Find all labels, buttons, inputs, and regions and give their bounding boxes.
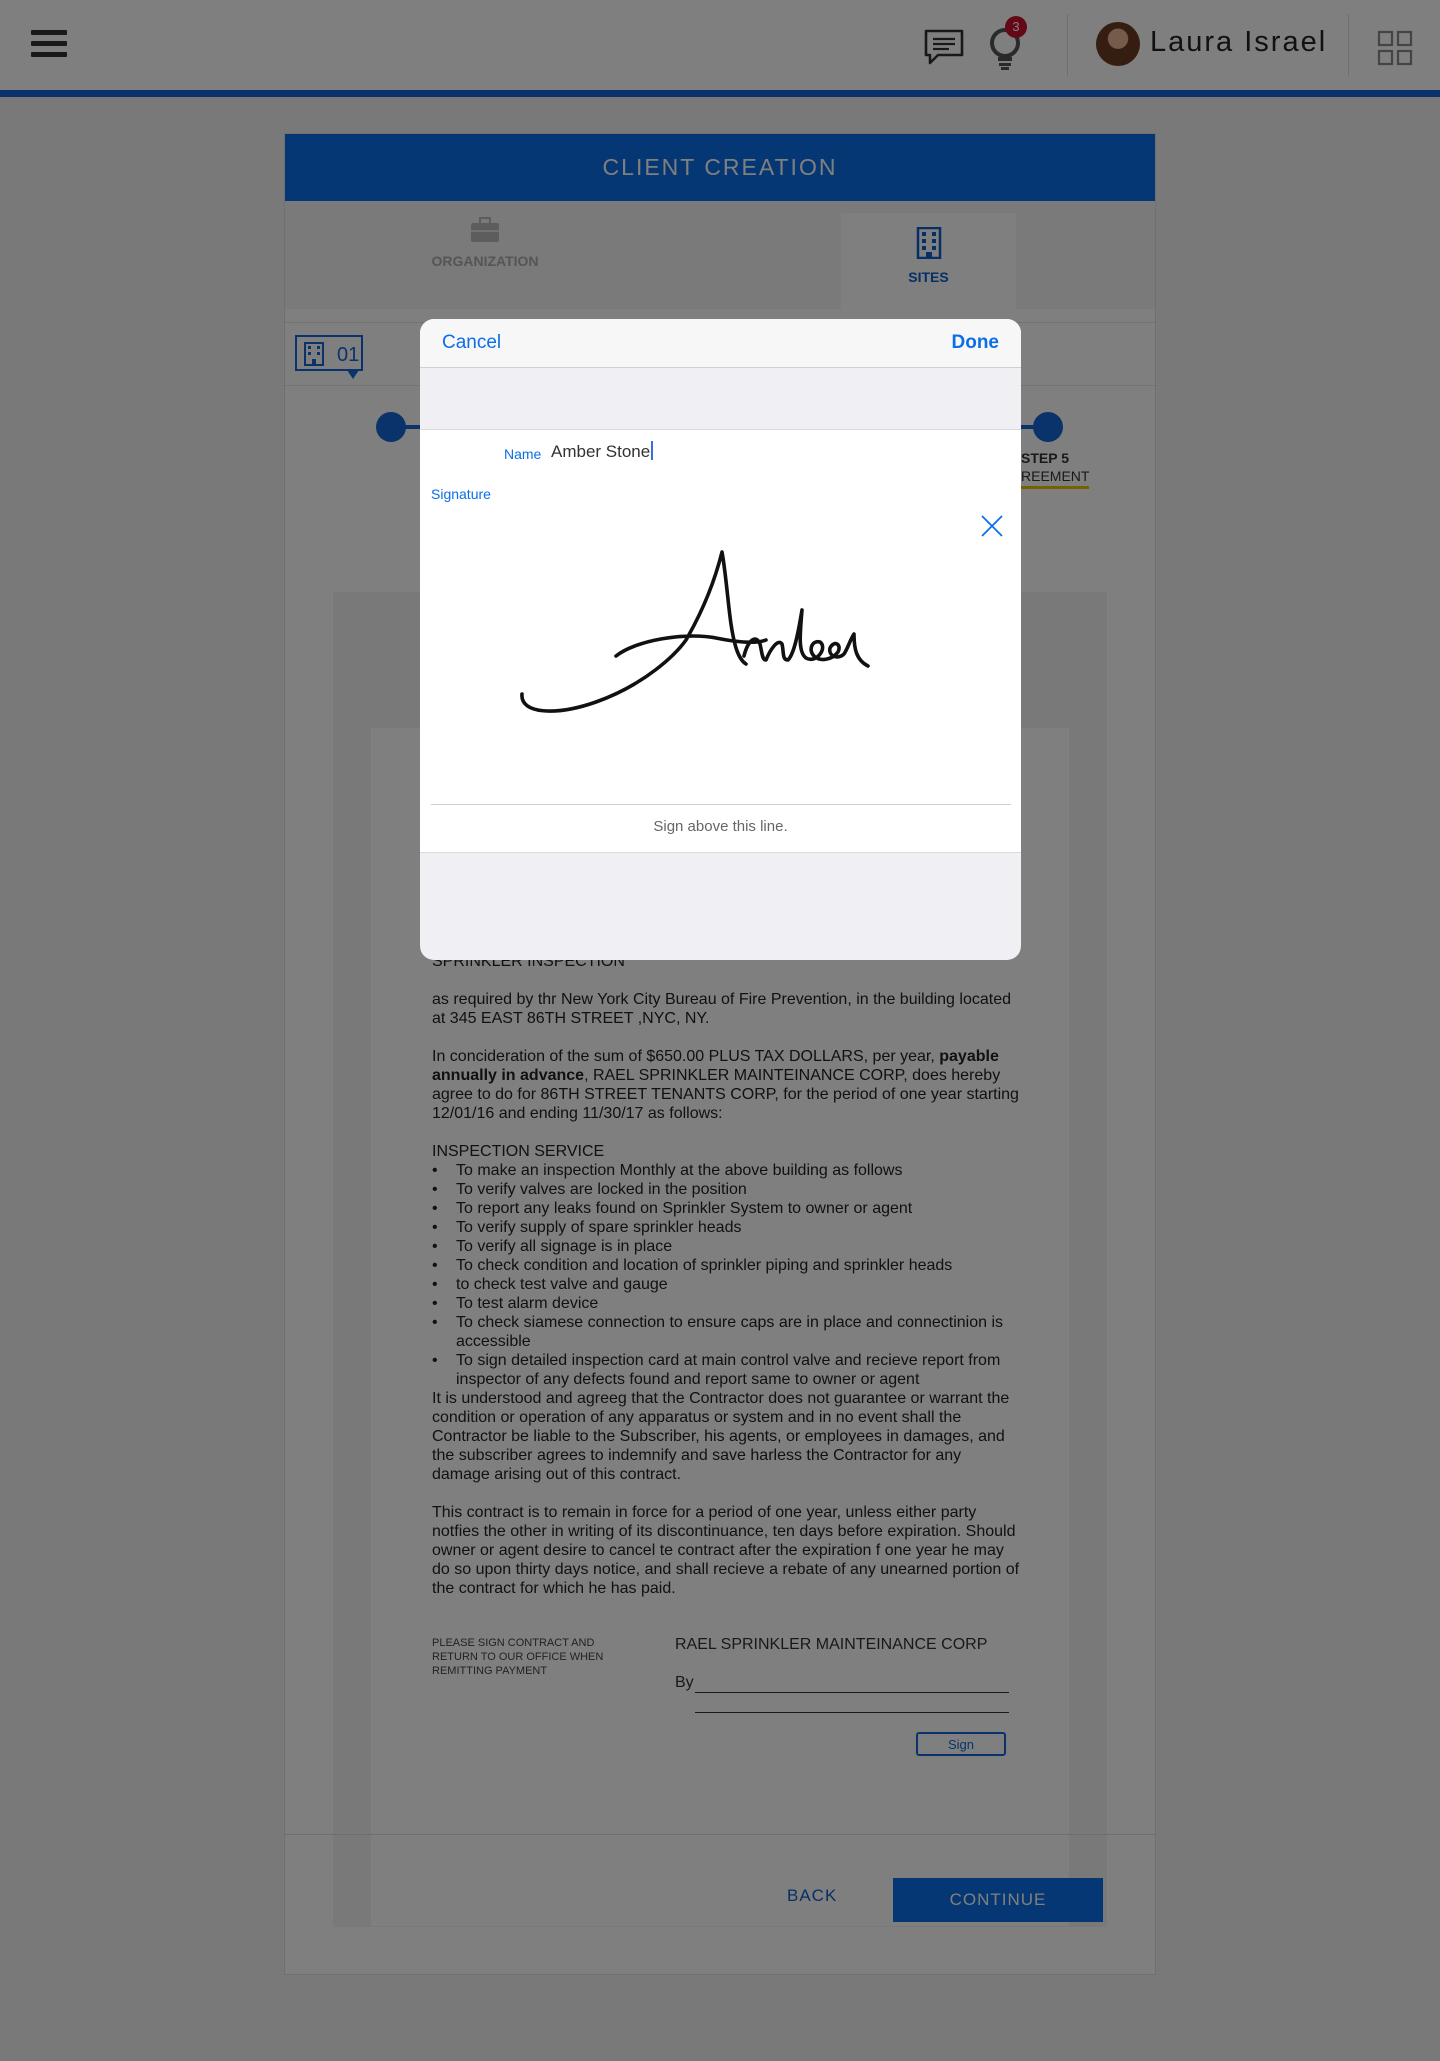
- name-input[interactable]: Amber Stone: [551, 441, 654, 462]
- done-button[interactable]: Done: [952, 332, 1000, 354]
- name-label: Name: [504, 446, 542, 462]
- close-icon[interactable]: [980, 514, 1004, 538]
- signature-label: Signature: [431, 486, 491, 502]
- cancel-button[interactable]: Cancel: [442, 332, 501, 354]
- modal-toolbar: Cancel Done: [420, 319, 1021, 368]
- signature-modal: Cancel Done Name Amber Stone Signature S…: [420, 319, 1021, 960]
- signature-pad[interactable]: Signature Sign above this line.: [420, 478, 1021, 853]
- sign-baseline: [431, 804, 1011, 805]
- text-caret: [651, 441, 654, 460]
- handwritten-signature: [520, 550, 870, 713]
- sign-hint: Sign above this line.: [653, 818, 788, 835]
- name-input-value: Amber Stone: [551, 442, 651, 461]
- name-field-row: Name Amber Stone: [420, 429, 1021, 479]
- modal-backdrop[interactable]: [0, 0, 1440, 2061]
